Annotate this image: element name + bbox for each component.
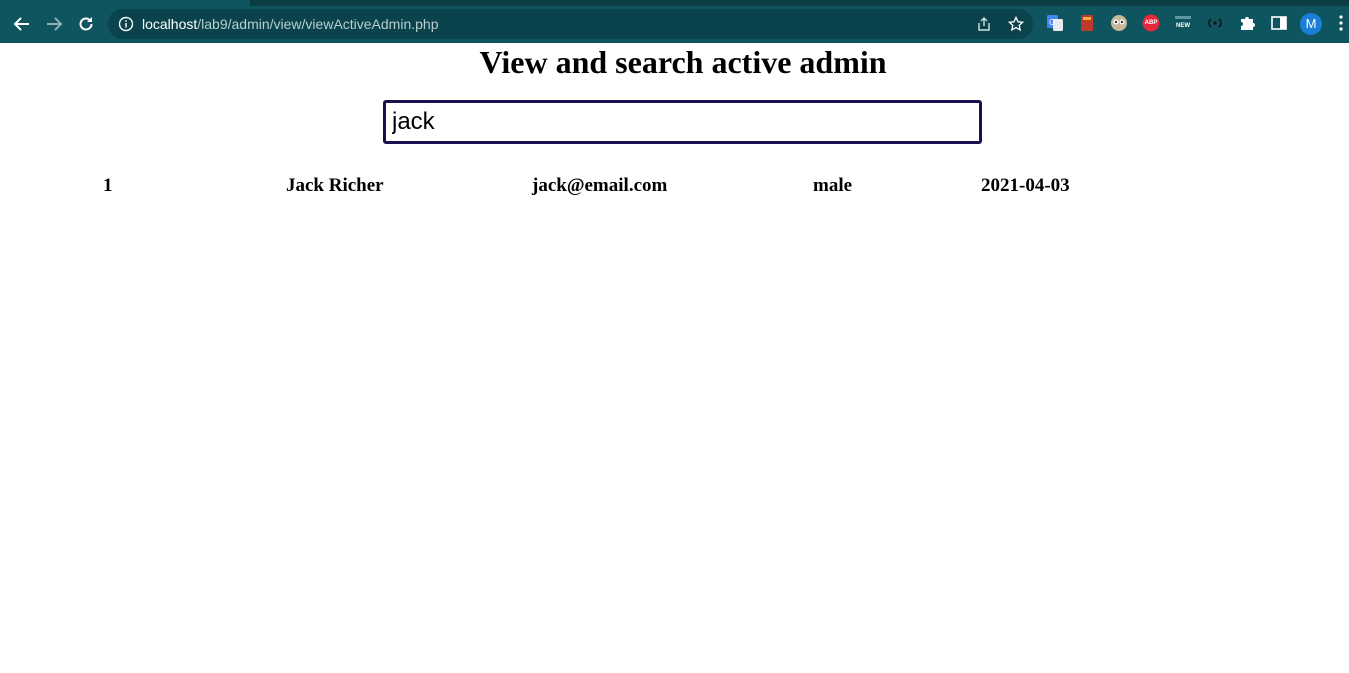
new-badge-icon[interactable]: NEW xyxy=(1174,14,1192,32)
bookmark-book-icon[interactable] xyxy=(1078,14,1096,32)
adblock-plus-icon[interactable]: ABP xyxy=(1142,14,1160,32)
google-translate-icon[interactable]: G xyxy=(1046,14,1064,32)
star-icon[interactable] xyxy=(1008,16,1024,32)
search-input[interactable] xyxy=(383,100,982,144)
result-name: Jack Richer xyxy=(286,175,384,196)
reload-icon xyxy=(79,17,93,31)
owl-eyes-icon[interactable] xyxy=(1110,14,1128,32)
result-id: 1 xyxy=(103,175,113,196)
more-menu-icon[interactable] xyxy=(1336,14,1346,32)
share-icon[interactable] xyxy=(976,16,992,32)
address-bar[interactable]: localhost/lab9/admin/view/viewActiveAdmi… xyxy=(108,9,1033,39)
arrow-right-icon xyxy=(47,17,63,31)
browser-toolbar: localhost/lab9/admin/view/viewActiveAdmi… xyxy=(0,6,1349,43)
page-title: View and search active admin xyxy=(479,44,887,80)
url-path: /lab9/admin/view/viewActiveAdmin.php xyxy=(197,16,439,32)
info-icon[interactable] xyxy=(118,16,134,32)
result-date: 2021-04-03 xyxy=(981,175,1070,196)
side-panel-icon[interactable] xyxy=(1270,14,1288,32)
url-host: localhost xyxy=(142,16,198,32)
forward-button[interactable] xyxy=(42,12,66,36)
adblock-label: ABP xyxy=(1144,20,1158,26)
arrow-left-icon xyxy=(13,17,29,31)
svg-text:G: G xyxy=(1049,18,1055,27)
broadcast-icon[interactable] xyxy=(1206,14,1224,32)
url-text[interactable]: localhost/lab9/admin/view/viewActiveAdmi… xyxy=(142,16,439,32)
back-button[interactable] xyxy=(10,12,34,36)
puzzle-extensions-icon[interactable] xyxy=(1238,14,1256,32)
profile-avatar[interactable]: M xyxy=(1300,13,1322,35)
result-email: jack@email.com xyxy=(532,175,668,196)
results-list: 1 Jack Richer jack@email.com male 2021-0… xyxy=(0,175,1349,199)
new-badge-label: NEW xyxy=(1176,23,1190,29)
result-gender: male xyxy=(813,175,853,196)
reload-button[interactable] xyxy=(74,12,98,36)
